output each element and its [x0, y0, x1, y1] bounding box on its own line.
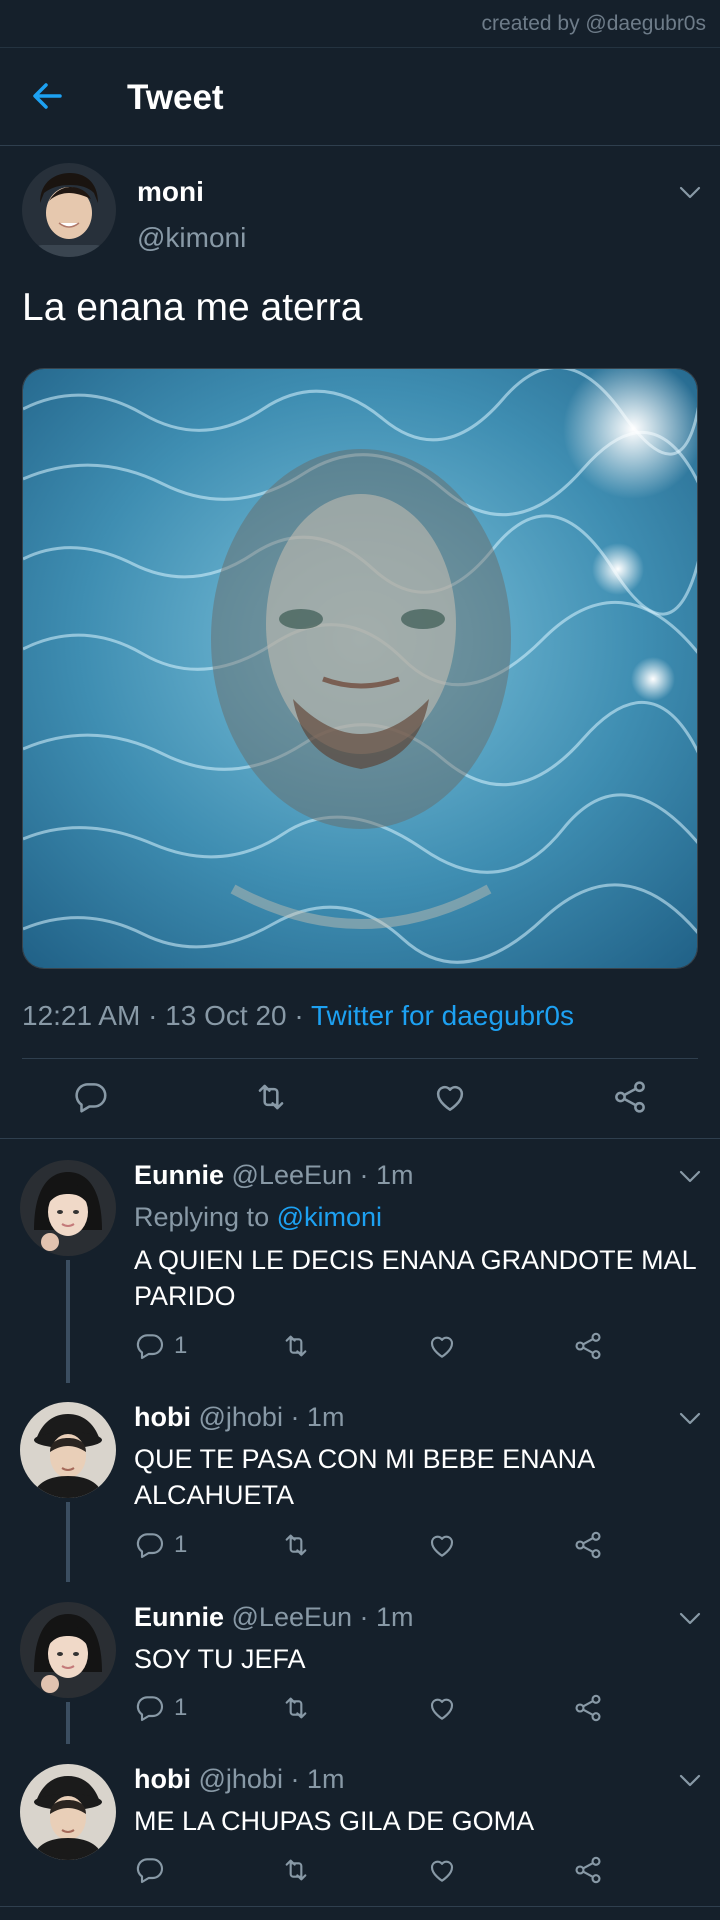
- share-icon[interactable]: [572, 1330, 604, 1362]
- reply-text: SOY TU JEFA: [134, 1644, 306, 1674]
- reply-handle-time: @LeeEun · 1m: [224, 1602, 414, 1632]
- reply-handle-time: @jhobi · 1m: [190, 1764, 345, 1794]
- like-icon[interactable]: [426, 1529, 458, 1561]
- retweet-icon[interactable]: [280, 1692, 312, 1724]
- divider: [0, 1906, 720, 1907]
- reply-actions: [134, 1854, 614, 1890]
- reply-header: hobi @jhobi · 1m: [134, 1764, 344, 1795]
- reply-button[interactable]: 1: [134, 1529, 187, 1561]
- like-icon[interactable]: [426, 1330, 458, 1362]
- author-name[interactable]: moni: [137, 176, 204, 208]
- like-icon[interactable]: [431, 1078, 469, 1121]
- reply-handle-time: @jhobi · 1m: [190, 1402, 345, 1432]
- thread-line: [66, 1502, 70, 1582]
- reply-actions: 1: [134, 1692, 614, 1728]
- like-icon[interactable]: [426, 1854, 458, 1886]
- back-arrow-icon[interactable]: [26, 76, 70, 116]
- reply-handle-time: @LeeEun · 1m: [224, 1160, 414, 1190]
- avatar[interactable]: [20, 1402, 116, 1498]
- tweet-image[interactable]: [22, 368, 698, 969]
- reply-actions: 1: [134, 1330, 614, 1366]
- share-icon[interactable]: [572, 1692, 604, 1724]
- reply-actions: 1: [134, 1529, 614, 1565]
- reply-count: 1: [174, 1694, 188, 1721]
- chevron-down-icon[interactable]: [678, 185, 702, 201]
- replying-prefix: Replying to: [134, 1202, 277, 1232]
- thread-line: [66, 1260, 70, 1383]
- reply-tweet[interactable]: hobi @jhobi · 1m QUE TE PASA CON MI BEBE…: [0, 1382, 720, 1582]
- thread-line: [66, 1702, 70, 1744]
- chevron-down-icon[interactable]: [678, 1773, 702, 1789]
- tweet-meta: 12:21 AM · 13 Oct 20 · Twitter for daegu…: [22, 1000, 574, 1032]
- reply-text: A QUIEN LE DECIS ENANA GRANDOTE MAL PARI…: [134, 1245, 696, 1311]
- avatar[interactable]: [20, 1764, 116, 1860]
- avatar[interactable]: [22, 163, 116, 257]
- share-icon[interactable]: [611, 1078, 649, 1121]
- page-title: Tweet: [127, 78, 224, 117]
- chevron-down-icon[interactable]: [678, 1411, 702, 1427]
- reply-count: 1: [174, 1332, 188, 1359]
- tweet-text: La enana me aterra: [22, 286, 363, 329]
- reply-author-name[interactable]: hobi: [134, 1764, 191, 1794]
- reply-text: QUE TE PASA CON MI BEBE ENANA ALCAHUETA: [134, 1444, 594, 1510]
- retweet-icon[interactable]: [280, 1330, 312, 1362]
- tweet-actions: [0, 1059, 720, 1139]
- reply-icon[interactable]: [72, 1078, 110, 1121]
- like-icon[interactable]: [426, 1692, 458, 1724]
- replying-mention[interactable]: @kimoni: [277, 1202, 382, 1232]
- chevron-down-icon[interactable]: [678, 1611, 702, 1627]
- reply-button[interactable]: 1: [134, 1330, 187, 1362]
- reply-count: 1: [174, 1531, 188, 1558]
- reply-author-name[interactable]: Eunnie: [134, 1160, 224, 1190]
- reply-tweet[interactable]: hobi @jhobi · 1m ME LA CHUPAS GILA DE GO…: [0, 1744, 720, 1906]
- reply-author-name[interactable]: hobi: [134, 1402, 191, 1432]
- reply-header: hobi @jhobi · 1m: [134, 1402, 344, 1433]
- avatar[interactable]: [20, 1160, 116, 1256]
- reply-button[interactable]: [134, 1854, 166, 1886]
- retweet-icon[interactable]: [252, 1078, 290, 1121]
- avatar[interactable]: [20, 1602, 116, 1698]
- retweet-icon[interactable]: [280, 1854, 312, 1886]
- creator-credit: created by @daegubr0s: [0, 0, 720, 48]
- share-icon[interactable]: [572, 1529, 604, 1561]
- chevron-down-icon[interactable]: [678, 1169, 702, 1185]
- top-bar: Tweet: [0, 48, 720, 146]
- reply-tweet[interactable]: Eunnie @LeeEun · 1m SOY TU JEFA 1: [0, 1582, 720, 1744]
- reply-text: ME LA CHUPAS GILA DE GOMA: [134, 1806, 535, 1836]
- reply-header: Eunnie @LeeEun · 1m: [134, 1160, 414, 1191]
- author-handle: @kimoni: [137, 222, 247, 253]
- tweet-source-link[interactable]: Twitter for daegubr0s: [311, 1000, 574, 1031]
- reply-tweet[interactable]: Eunnie @LeeEun · 1m Replying to @kimoni …: [0, 1140, 720, 1383]
- reply-author-name[interactable]: Eunnie: [134, 1602, 224, 1632]
- reply-button[interactable]: 1: [134, 1692, 187, 1724]
- retweet-icon[interactable]: [280, 1529, 312, 1561]
- tweet-timestamp: 12:21 AM · 13 Oct 20 ·: [22, 1000, 311, 1031]
- reply-header: Eunnie @LeeEun · 1m: [134, 1602, 414, 1633]
- replying-to: Replying to @kimoni: [134, 1202, 382, 1233]
- share-icon[interactable]: [572, 1854, 604, 1886]
